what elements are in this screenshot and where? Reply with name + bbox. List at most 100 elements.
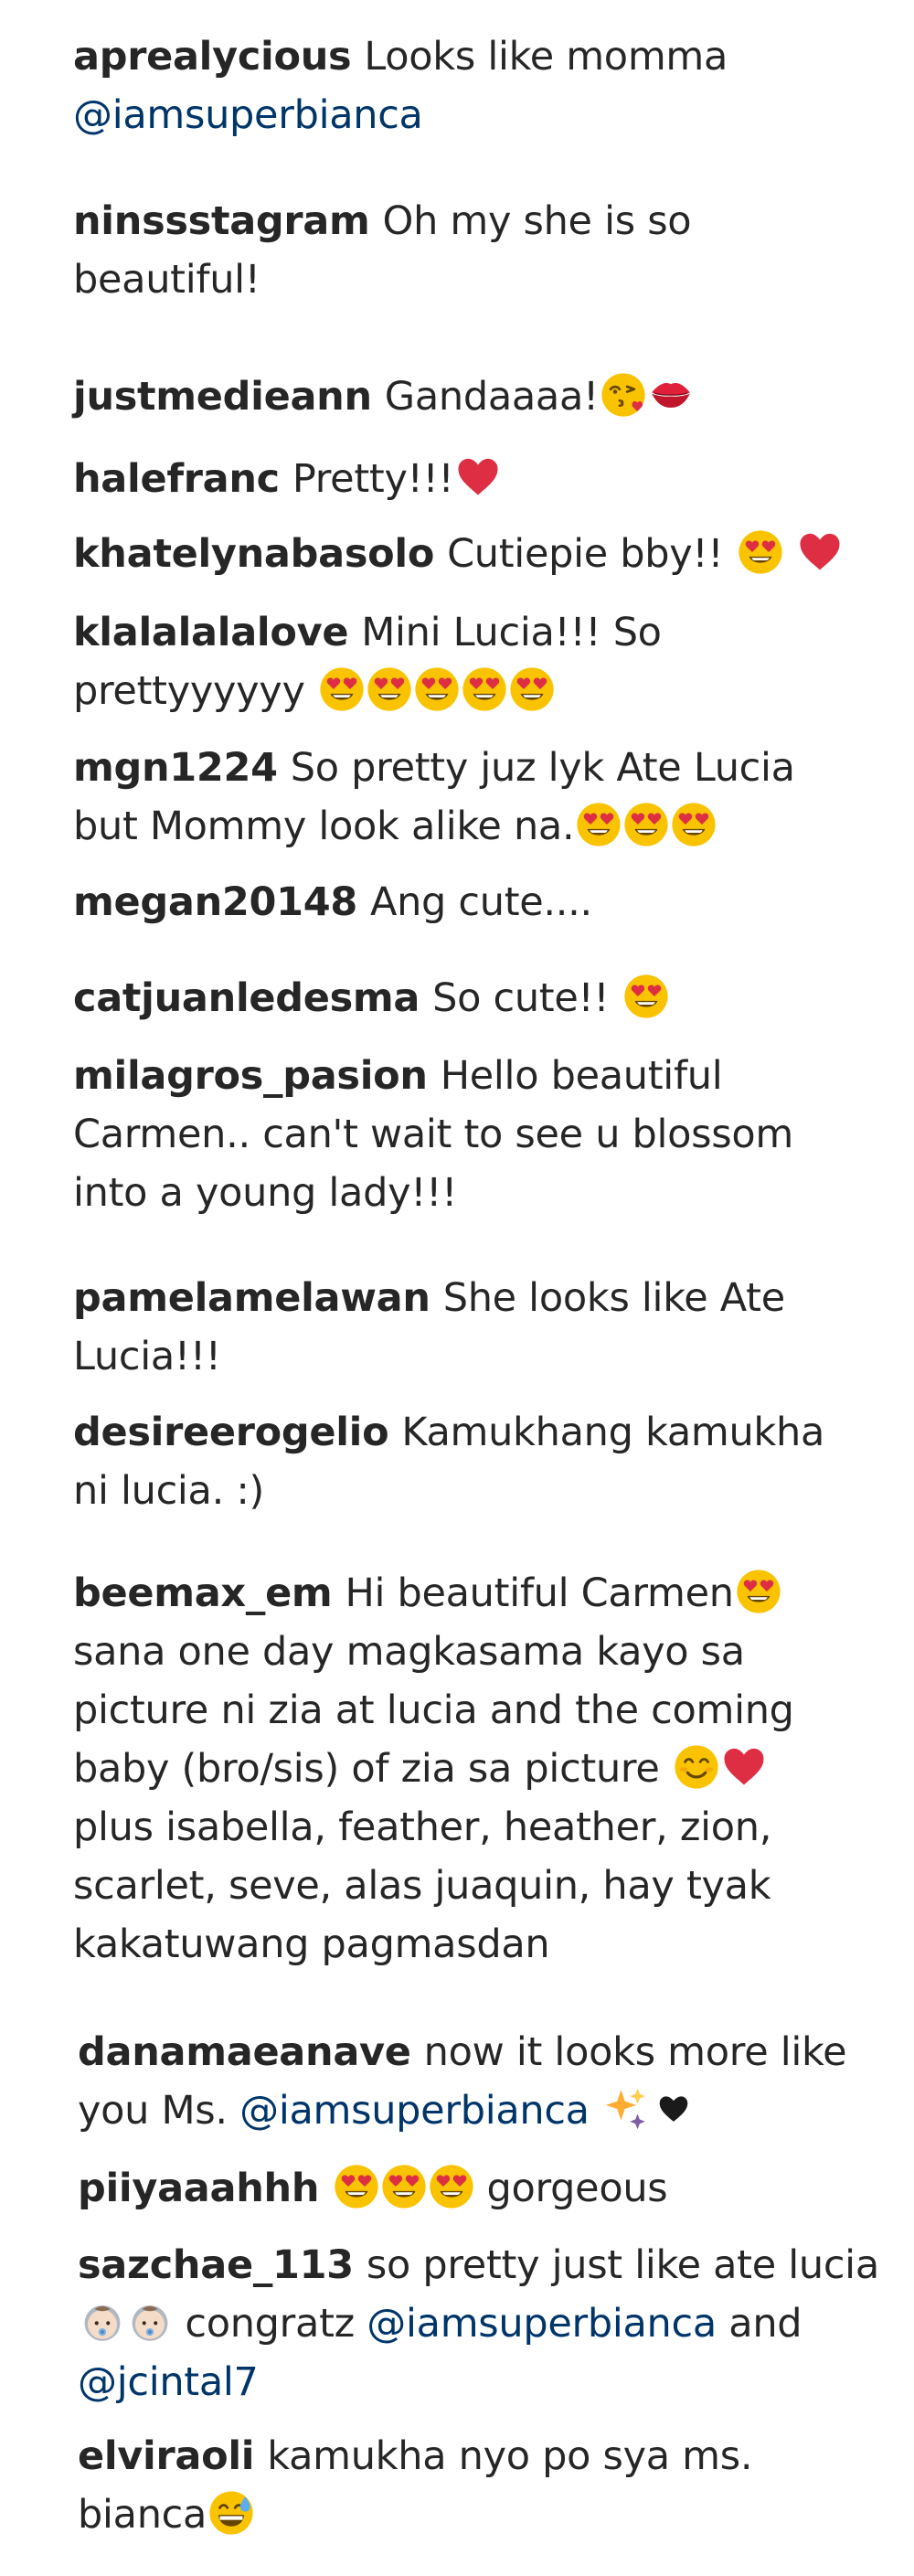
comment-text-segment: Kamukhang kamukha <box>401 1410 825 1455</box>
comment-text-segment: scarlet, seve, alas juaquin, hay tyak <box>73 1863 771 1909</box>
comment: pamelamelawan She looks like Ate Lucia!!! <box>73 1269 877 1386</box>
heart-eyes-icon <box>736 1569 781 1614</box>
smiling-face-icon <box>674 1744 719 1790</box>
comment-username[interactable]: catjuanledesma <box>73 975 420 1021</box>
red-heart-icon <box>797 529 843 575</box>
comment-username[interactable]: piiyaaahhh <box>78 2166 319 2211</box>
comment-text-segment: Oh my she is so <box>382 198 692 244</box>
comment-text-segment: picture ni zia at lucia and the coming <box>73 1687 794 1733</box>
comment-username[interactable]: klalalalalove <box>73 610 349 655</box>
comment-text-segment: but Mommy look alike na. <box>73 804 575 849</box>
grinning-sweat-icon <box>208 2490 254 2536</box>
heart-eyes-icon <box>509 666 555 712</box>
comment-text-segment <box>783 531 795 577</box>
black-heart-icon <box>651 2086 696 2132</box>
comment-text-segment: Hello beautiful <box>440 1053 723 1099</box>
heart-eyes-icon <box>319 666 365 712</box>
mention-link[interactable]: @iamsuperbianca <box>239 2088 590 2134</box>
comment-text-segment: now it looks more like <box>423 2029 847 2075</box>
comment-text: Cutiepie bby!! <box>447 529 843 577</box>
red-heart-icon <box>455 454 501 500</box>
heart-eyes-icon <box>334 2164 379 2209</box>
comment: klalalalalove Mini Lucia!!! So prettyyyyyy <box>73 603 877 720</box>
comment-text-segment: kamukha nyo po sya ms. <box>267 2433 753 2479</box>
comment-username[interactable]: sazchae_113 <box>78 2242 354 2288</box>
comment: elviraoli kamukha nyo po sya ms. bianca <box>78 2427 882 2544</box>
comment: piiyaaahhh gorgeous <box>78 2159 882 2218</box>
comment-text-segment: So cute!! <box>432 975 622 1021</box>
comment-text-segment: Pretty!!! <box>292 456 454 502</box>
comment: danamaeanave now it looks more like you Ms… <box>78 2023 882 2140</box>
comment-text: So cute!! <box>432 974 669 1021</box>
comment: halefranc Pretty!!! <box>73 450 877 508</box>
comment-username[interactable]: ninssstagram <box>73 198 370 244</box>
red-heart-icon <box>721 1744 767 1790</box>
comment-text-segment: So pretty juz lyk Ate Lucia <box>290 745 795 791</box>
comment: ninssstagram Oh my she is so beautiful! <box>73 192 877 309</box>
comment: milagros_pasion Hello beautiful Carmen.. c… <box>73 1047 877 1222</box>
comment: khatelynabasolo Cutiepie bby!! <box>73 525 877 583</box>
mention-link[interactable]: @iamsuperbianca <box>73 92 423 138</box>
comment-username[interactable]: mgn1224 <box>73 745 278 791</box>
comment-text-segment: and <box>716 2301 802 2347</box>
comment-text-segment: She looks like Ate <box>442 1275 785 1321</box>
comment: sazchae_113 so pretty just like ate lucia… <box>78 2236 882 2411</box>
comment-text-segment: Hi beautiful Carmen <box>345 1570 734 1616</box>
comment-text-segment: Carmen.. can't wait to see u blossom <box>73 1112 793 1157</box>
comment-text-segment: plus isabella, feather, heather, zion, <box>73 1804 772 1850</box>
comment-text: gorgeous <box>332 2164 668 2211</box>
heart-eyes-icon <box>671 802 717 847</box>
mention-link[interactable]: @jcintal7 <box>78 2359 259 2405</box>
comment: catjuanledesma So cute!! <box>73 969 877 1027</box>
comment: justmedieann Gandaaaa! <box>73 367 877 426</box>
comment-username[interactable]: megan20148 <box>73 879 357 925</box>
comment-text: Hi beautiful Carmen sana one day magkasam… <box>73 1570 794 1967</box>
heart-eyes-icon <box>367 666 412 712</box>
kiss-mark-icon <box>648 372 694 418</box>
comment: megan20148 Ang cute.... <box>73 873 877 931</box>
face-blowing-kiss-icon <box>600 372 646 418</box>
comment-text-segment: congratz <box>173 2301 367 2347</box>
comment-username[interactable]: pamelamelawan <box>73 1275 430 1321</box>
comment-username[interactable]: desireerogelio <box>73 1410 389 1455</box>
comment-text-segment: Lucia!!! <box>73 1334 221 1379</box>
comment-text-segment: ni lucia. :) <box>73 1468 265 1514</box>
baby-icon <box>127 2299 173 2345</box>
comment-text-segment: Cutiepie bby!! <box>447 531 736 577</box>
comment: mgn1224 So pretty juz lyk Ate Lucia but Mo… <box>73 739 877 856</box>
comment-username[interactable]: danamaeanave <box>78 2029 411 2075</box>
comment-username[interactable]: halefranc <box>73 456 280 502</box>
heart-eyes-icon <box>738 529 783 575</box>
comment-username[interactable]: aprealycious <box>73 34 352 80</box>
comment: desireerogelio Kamukhang kamukha ni lucia.… <box>73 1403 877 1520</box>
comment-text-segment: beautiful! <box>73 257 260 303</box>
heart-eyes-icon <box>623 974 669 1019</box>
comment-text: Ang cute.... <box>370 879 592 925</box>
comment-text-segment: sana one day magkasama kayo sa <box>73 1629 745 1675</box>
comment-text-segment: gorgeous <box>474 2166 668 2211</box>
comment-text-segment: so pretty just like ate lucia <box>366 2242 879 2288</box>
comment-text-segment: Ang cute.... <box>369 879 592 925</box>
baby-icon <box>80 2299 125 2345</box>
comment: aprealycious Looks like momma @iamsuperbia… <box>73 27 877 144</box>
comment-text-segment: you Ms. <box>78 2088 240 2134</box>
heart-eyes-icon <box>414 666 460 712</box>
comment-username[interactable]: khatelynabasolo <box>73 531 434 577</box>
comment-list: aprealycious Looks like momma @iamsuperbia… <box>0 0 914 2576</box>
comment-text-segment: kakatuwang pagmasdan <box>73 1921 550 1967</box>
comment-username[interactable]: milagros_pasion <box>73 1053 428 1099</box>
comment-text-segment: into a young lady!!! <box>73 1170 458 1216</box>
comment-text-segment: Gandaaaa! <box>384 374 599 420</box>
comment-username[interactable]: elviraoli <box>78 2433 255 2479</box>
heart-eyes-icon <box>462 666 507 712</box>
comment-text-segment: Looks like momma <box>364 34 728 80</box>
comment-text-segment: bianca <box>78 2492 207 2538</box>
comment-text-segment <box>590 2088 601 2134</box>
comment-username[interactable]: beemax_em <box>73 1570 333 1616</box>
comment-text-segment: baby (bro/sis) of zia sa picture <box>73 1746 672 1792</box>
comment-text: Pretty!!! <box>292 456 502 502</box>
heart-eyes-icon <box>429 2164 474 2209</box>
comment-text-segment: Mini Lucia!!! So <box>361 610 662 655</box>
mention-link[interactable]: @iamsuperbianca <box>367 2301 717 2347</box>
comment-username[interactable]: justmedieann <box>73 374 372 420</box>
